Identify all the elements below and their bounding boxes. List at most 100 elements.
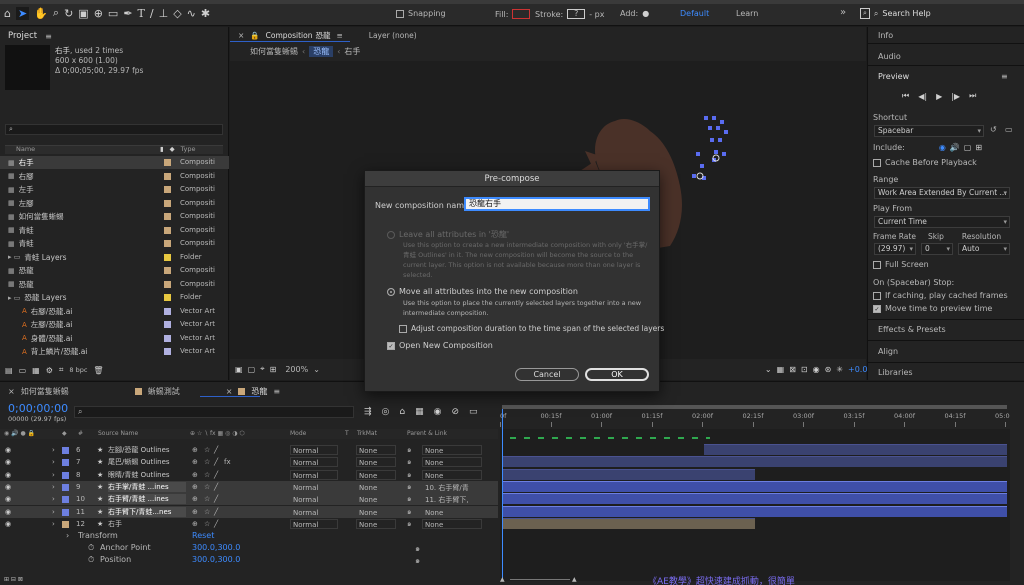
play-from-dropdown[interactable]: Current Time — [874, 216, 1010, 228]
shortcut-dropdown[interactable]: Spacebar — [874, 125, 984, 137]
time-ruler[interactable]: 0f 00:15f 01:00f 01:15f 02:00f 02:15f 03:00f 03… — [500, 404, 1010, 429]
if-caching-checkbox[interactable] — [873, 291, 881, 300]
position-pickwhip-icon[interactable]: ๑ — [415, 554, 420, 567]
project-item[interactable]: A 背上鱗片/恐龍.ai Vector Art — [0, 345, 229, 358]
close-tab-icon[interactable]: × — [8, 387, 15, 396]
layer-parent[interactable]: None — [422, 518, 482, 529]
exposure-value[interactable]: +0.0 — [848, 365, 867, 374]
expand-arrow-icon[interactable]: › — [52, 482, 55, 492]
layer-trkmat[interactable]: None — [356, 506, 396, 517]
selection-tool-icon[interactable]: ➤ — [15, 6, 30, 20]
breadcrumb-item-2[interactable]: 右手 — [344, 46, 360, 57]
project-item[interactable]: ▦ 左腳 Compositi — [0, 197, 229, 210]
full-screen-checkbox[interactable] — [873, 260, 881, 269]
project-item[interactable]: ▦ 右腳 Compositi — [0, 170, 229, 183]
preview-menu-icon[interactable]: ≡ — [1001, 72, 1008, 81]
trash-icon[interactable]: 🗑 — [93, 366, 103, 375]
layer-parent[interactable]: 11. 右手臂下, — [422, 494, 482, 505]
project-item[interactable]: ▦ 如何當隻蜥蜴 Compositi — [0, 210, 229, 223]
new-folder-icon[interactable]: ▭ — [19, 366, 27, 375]
open-new-comp-checkbox[interactable]: ✓ — [387, 341, 395, 350]
fill-swatch[interactable] — [512, 9, 531, 19]
label-color-swatch[interactable] — [164, 253, 171, 261]
transform-label[interactable]: Transform — [78, 531, 118, 540]
panel-menu-icon[interactable]: ≡ — [45, 32, 52, 41]
layer-mode[interactable]: Normal — [290, 457, 338, 468]
layer-duration-bar[interactable] — [502, 505, 1007, 517]
layer-mode[interactable]: Normal — [290, 494, 338, 505]
interpret-footage-icon[interactable]: ▤ — [5, 366, 13, 375]
shy-switch-icon[interactable]: ⊕ — [192, 494, 198, 504]
layer-trkmat[interactable]: None — [356, 481, 396, 492]
stopwatch-icon[interactable]: ⏱ — [88, 555, 94, 565]
lock-icon[interactable]: 🔒 — [250, 31, 259, 40]
layer-row[interactable]: ◉ › 11 ★ 右手臂下/青蛙...nes ⊕ ☆ ╱ Normal None ๑ None — [0, 505, 498, 518]
label-color-swatch[interactable] — [164, 172, 171, 180]
shy-switch-icon[interactable]: ⊕ — [192, 482, 198, 492]
skip-dropdown[interactable]: 0 — [921, 243, 953, 255]
collapse-switch-icon[interactable]: ☆ — [204, 445, 210, 455]
breadcrumb-item-0[interactable]: 如何當隻蜥蜴 — [250, 46, 298, 57]
eraser-tool-icon[interactable]: ◇ — [173, 7, 181, 20]
layer-trkmat[interactable]: None — [356, 494, 396, 505]
label-col-icon[interactable]: ▮ — [160, 145, 164, 153]
mask-icon[interactable]: ⊡ — [801, 365, 808, 374]
label-color-swatch[interactable] — [164, 226, 171, 234]
puppet-pin-tool-icon[interactable]: ✱ — [201, 7, 210, 20]
last-frame-icon[interactable]: ⏭ — [969, 91, 976, 101]
info-panel-tab[interactable]: Info — [878, 31, 893, 40]
layer-duration-bar[interactable] — [502, 517, 755, 529]
timeline-menu-icon[interactable]: ≡ — [273, 387, 280, 396]
libraries-tab[interactable]: Libraries — [878, 368, 913, 377]
zoom-slider[interactable] — [510, 579, 570, 580]
quality-switch-icon[interactable]: ╱ — [214, 482, 218, 492]
quality-switch-icon[interactable]: ╱ — [214, 507, 218, 517]
switches-icons[interactable]: ⊕ ☆ ∖ fx ▦ ◎ ◑ ⬡ — [190, 430, 245, 437]
project-item[interactable]: ▦ 恐龍 Compositi — [0, 264, 229, 277]
zoom-dropdown[interactable]: 200% — [285, 365, 308, 374]
source-name-header[interactable]: Source Name — [98, 430, 138, 437]
timeline-tab-0[interactable]: 如何當隻蜥蜴 — [21, 386, 69, 397]
shy-switch-icon[interactable]: ⊕ — [192, 507, 198, 517]
rectangle-tool-icon[interactable]: ▭ — [108, 7, 118, 20]
roi-icon[interactable]: ▦ — [777, 365, 785, 374]
layer-parent[interactable]: None — [422, 506, 482, 517]
layer-row[interactable]: ◉ › 7 ★ 尾巴/蜥蜴 Outlines ⊕ ☆ ╱ fx Normal None ๑ None — [0, 456, 498, 468]
t-header[interactable]: T — [345, 430, 349, 437]
first-frame-icon[interactable]: ⏮ — [902, 91, 909, 101]
quality-switch-icon[interactable]: ╱ — [214, 445, 218, 455]
motion-blur-icon[interactable]: ◉ — [434, 407, 442, 417]
parent-pickwhip-icon[interactable]: ๑ — [407, 482, 411, 492]
snapping-checkbox[interactable] — [396, 9, 404, 18]
comp-menu-icon[interactable]: ≡ — [336, 31, 342, 40]
position-value[interactable]: 300.0,300.0 — [192, 555, 240, 564]
current-timecode[interactable]: 0;00;00;00 — [8, 402, 68, 415]
project-item[interactable]: ▦ 右手 Compositi — [0, 156, 229, 169]
quality-switch-icon[interactable]: ╱ — [214, 519, 218, 529]
parent-pickwhip-icon[interactable]: ๑ — [407, 470, 411, 480]
layer-tab[interactable]: Layer (none) — [369, 31, 417, 40]
hand-tool-icon[interactable]: ✋ — [34, 7, 48, 20]
type-tool-icon[interactable]: T — [138, 7, 145, 20]
layer-duration-bar[interactable] — [502, 493, 1007, 505]
parent-pickwhip-icon[interactable]: ๑ — [407, 519, 411, 529]
include-overlays-icon[interactable]: ▢ — [964, 143, 972, 152]
rotate-tool-icon[interactable]: ↻ — [64, 7, 73, 20]
transform-expand-icon[interactable]: › — [66, 531, 69, 540]
project-item[interactable]: ▦ 青蛙 Compositi — [0, 224, 229, 237]
timeline-tracks[interactable] — [500, 409, 1010, 581]
grid-icon[interactable]: ⊞ — [270, 365, 277, 374]
expand-arrow-icon[interactable]: › — [52, 507, 55, 517]
quality-switch-icon[interactable]: ╱ — [214, 470, 218, 480]
zoom-tool-icon[interactable]: ⌕ — [53, 6, 59, 20]
cancel-button[interactable]: Cancel — [515, 368, 579, 381]
breadcrumb-item-1[interactable]: 恐龍 — [309, 46, 334, 57]
eye-icon[interactable]: ◉ — [5, 519, 11, 529]
layer-mode[interactable]: Normal — [290, 469, 338, 480]
always-preview-icon[interactable]: ▣ — [235, 365, 243, 374]
layer-parent[interactable]: None — [422, 469, 482, 480]
expand-arrow-icon[interactable]: › — [52, 519, 55, 529]
stroke-swatch[interactable]: ? — [567, 9, 586, 19]
layer-trkmat[interactable]: None — [356, 518, 396, 529]
time-icon[interactable]: ⌄ — [765, 365, 772, 374]
